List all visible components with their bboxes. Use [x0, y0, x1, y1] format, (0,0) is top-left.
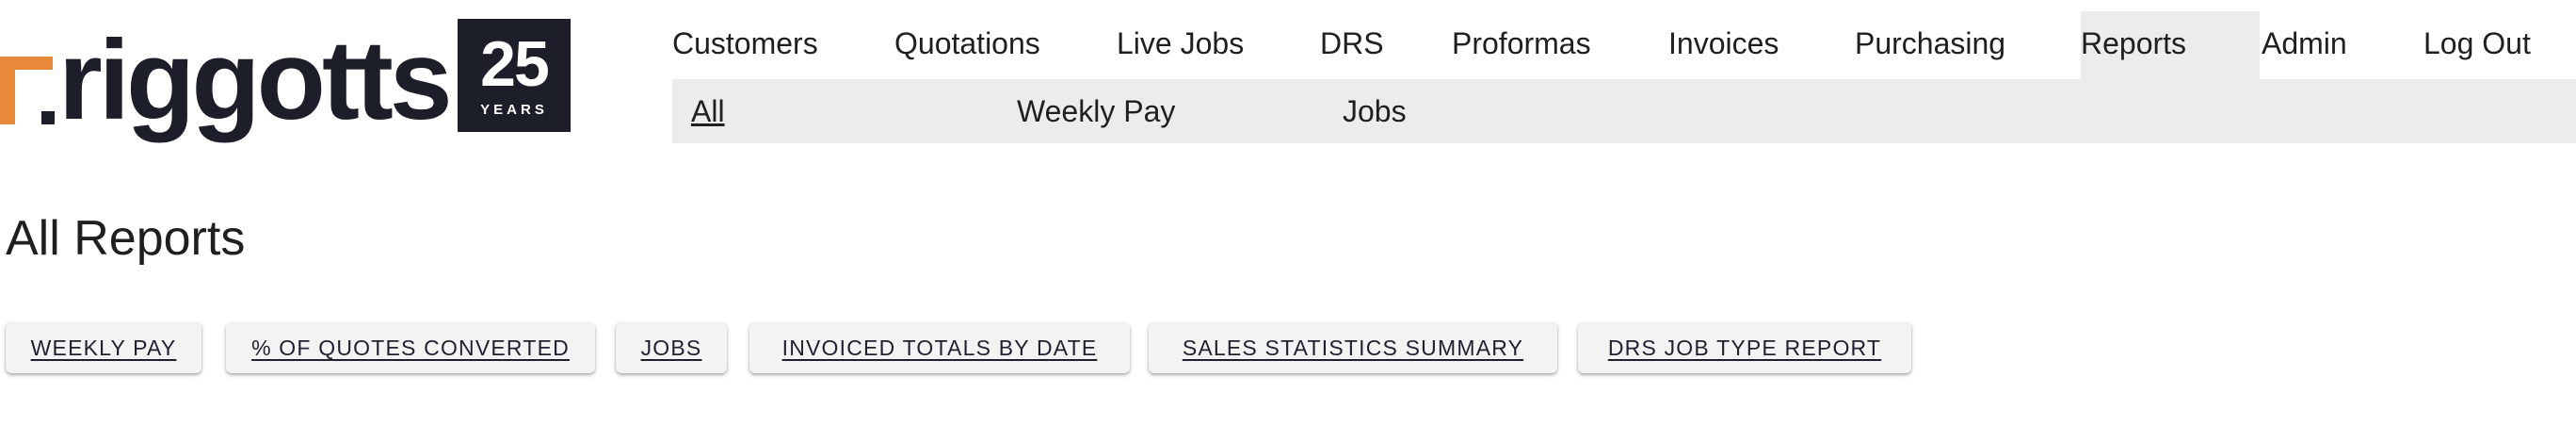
invoiced-totals-report-button[interactable]: INVOICED TOTALS BY DATE [749, 322, 1130, 373]
jobs-report-button[interactable]: JOBS [616, 322, 727, 373]
subnav-weekly-pay[interactable]: Weekly Pay [1017, 79, 1175, 143]
nav-live-jobs[interactable]: Live Jobs [1117, 11, 1244, 79]
drs-job-type-report-button[interactable]: DRS JOB TYPE REPORT [1578, 322, 1911, 373]
nav-reports-label: Reports [2081, 26, 2187, 60]
nav-customers[interactable]: Customers [672, 11, 818, 79]
nav-admin[interactable]: Admin [2262, 11, 2347, 79]
badge-label: YEARS [480, 102, 548, 118]
company-logo[interactable]: riggotts 25 YEARS [0, 17, 574, 143]
badge-number: 25 [480, 28, 550, 100]
anniversary-badge: 25 YEARS [458, 19, 571, 132]
page-title: All Reports [6, 211, 246, 266]
invoiced-totals-report-label: INVOICED TOTALS BY DATE [781, 336, 1098, 360]
quotes-converted-report-label: % OF QUOTES CONVERTED [251, 336, 570, 360]
sales-statistics-report-button[interactable]: SALES STATISTICS SUMMARY [1149, 322, 1557, 373]
reports-sub-nav: All Weekly Pay Jobs [672, 79, 2576, 143]
jobs-report-label: JOBS [640, 336, 702, 360]
subnav-jobs[interactable]: Jobs [1343, 79, 1407, 143]
nav-proformas[interactable]: Proformas [1452, 11, 1591, 79]
weekly-pay-report-label: WEEKLY PAY [30, 336, 177, 360]
logo-dot [41, 111, 55, 124]
logo-wordmark: riggotts [58, 17, 453, 143]
nav-log-out[interactable]: Log Out [2423, 11, 2531, 79]
nav-reports[interactable]: Reports [2081, 11, 2260, 79]
drs-job-type-report-label: DRS JOB TYPE REPORT [1607, 336, 1882, 360]
weekly-pay-report-button[interactable]: WEEKLY PAY [6, 322, 201, 373]
quotes-converted-report-button[interactable]: % OF QUOTES CONVERTED [226, 322, 595, 373]
sales-statistics-report-label: SALES STATISTICS SUMMARY [1182, 336, 1524, 360]
nav-quotations[interactable]: Quotations [894, 11, 1040, 79]
subnav-all[interactable]: All [691, 79, 725, 143]
nav-drs[interactable]: DRS [1320, 11, 1384, 79]
nav-invoices[interactable]: Invoices [1668, 11, 1779, 79]
nav-purchasing[interactable]: Purchasing [1855, 11, 2005, 79]
main-nav: Customers Quotations Live Jobs DRS Profo… [672, 11, 2576, 79]
